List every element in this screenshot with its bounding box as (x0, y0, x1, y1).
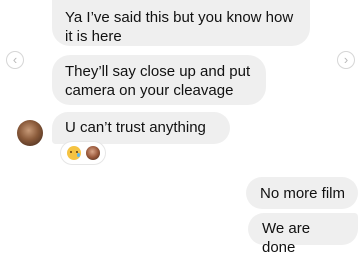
incoming-message-bubble[interactable]: Ya I’ve said this but you know how it is… (52, 0, 310, 46)
incoming-message-bubble[interactable]: They’ll say close up and put camera on y… (52, 55, 266, 105)
incoming-message-bubble[interactable]: U can’t trust anything (52, 112, 230, 144)
previous-arrow-icon[interactable]: ‹ (6, 51, 24, 69)
outgoing-message-bubble[interactable]: We are done (248, 213, 358, 256)
next-arrow-icon[interactable]: › (337, 51, 355, 69)
crying-face-emoji-icon (67, 146, 81, 160)
contact-avatar[interactable] (17, 120, 43, 146)
message-thread: ‹ › Ya I’ve said this but you know how i… (0, 0, 360, 259)
message-reactions[interactable] (61, 142, 105, 164)
reactor-avatar (86, 146, 100, 160)
tear-icon (77, 153, 80, 157)
outgoing-message-bubble[interactable]: No more film (246, 177, 358, 209)
